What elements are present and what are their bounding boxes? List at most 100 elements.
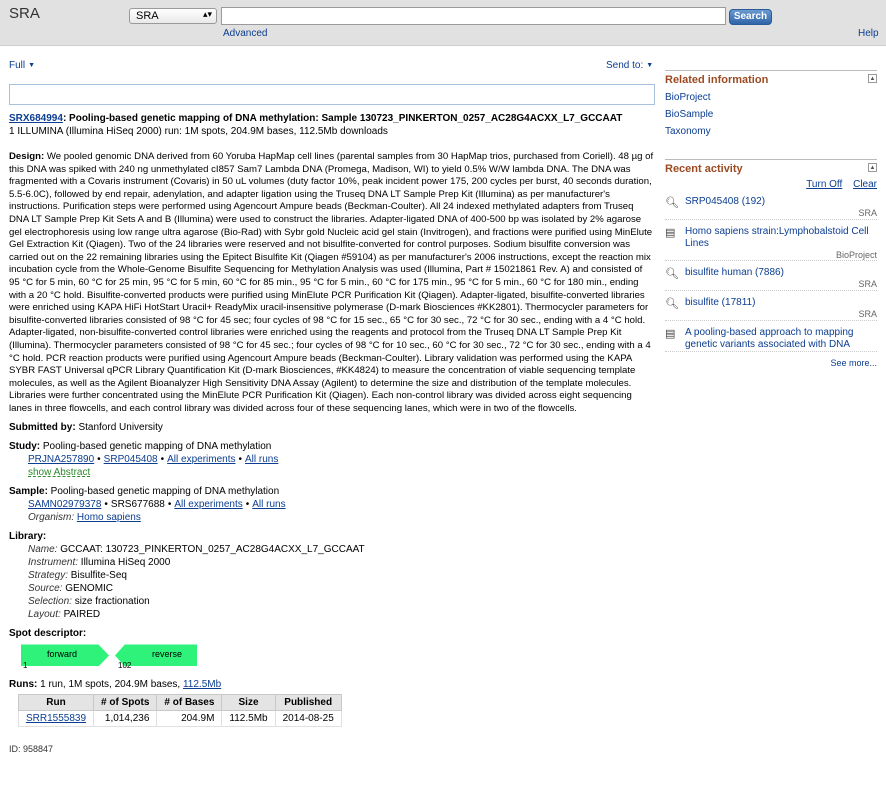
run-cell: SRR1555839	[17, 710, 95, 728]
activity-source: SRA	[858, 208, 877, 218]
field-value: size fractionation	[71, 596, 150, 608]
search-icon: 🔍︎	[665, 197, 679, 209]
library-section: Library: Name: GCCAAT: 130723_PINKERTON_…	[9, 530, 655, 621]
activity-item[interactable]: 🔍︎ bisulfite human (7886) SRA	[665, 267, 877, 291]
all-runs-link[interactable]: All runs	[245, 454, 278, 465]
spot-descriptor-section: Spot descriptor: forward reverse 1 102	[9, 627, 655, 672]
column-header: # of Bases	[156, 694, 223, 712]
column-header: Size	[221, 694, 276, 712]
related-taxonomy-link[interactable]: Taxonomy	[665, 126, 877, 137]
runs-label: Runs:	[9, 679, 38, 691]
column-header: Published	[274, 694, 342, 712]
activity-source: SRA	[858, 309, 877, 319]
collapse-icon[interactable]: ▲	[868, 74, 877, 83]
collapse-icon[interactable]: ▲	[868, 163, 877, 172]
size-cell: 112.5Mb	[221, 710, 276, 728]
display-format-label: Full	[9, 60, 26, 71]
activity-text: bisulfite human (7886)	[685, 267, 784, 278]
app-title: SRA	[9, 5, 40, 22]
field-label: Instrument:	[28, 557, 79, 569]
activity-item[interactable]: 🔍︎ SRP045408 (192) SRA	[665, 196, 877, 220]
related-bioproject-link[interactable]: BioProject	[665, 92, 877, 103]
runs-table-header: Run # of Spots # of Bases Size Published	[17, 694, 342, 712]
runs-section: Runs: 1 run, 1M spots, 204.9M bases, 112…	[9, 678, 655, 728]
all-experiments-link[interactable]: All experiments	[167, 454, 235, 465]
activity-text: bisulfite (17811)	[685, 297, 756, 308]
activity-text: Homo sapiens strain:Lymphobalstoid Cell …	[685, 226, 869, 249]
related-info-title: Related information	[665, 74, 769, 86]
record-subtitle: 1 ILLUMINA (Illumina HiSeq 2000) run: 1M…	[9, 126, 388, 137]
sample-srs: SRS677688	[110, 499, 165, 511]
search-input[interactable]	[221, 7, 726, 25]
library-strategy: Strategy: Bisulfite-Seq	[9, 569, 655, 582]
runs-summary: 1 run, 1M spots, 204.9M bases,	[37, 679, 181, 691]
field-label: Name:	[28, 544, 58, 556]
run-link[interactable]: SRR1555839	[26, 713, 86, 724]
caret-down-icon: ▼	[646, 62, 654, 69]
sample-section: Sample: Pooling-based genetic mapping of…	[9, 485, 655, 524]
field-label: Strategy:	[28, 570, 69, 582]
study-links: PRJNA257890 • SRP045408 • All experiments • Al…	[28, 454, 279, 466]
search-icon: 🔍︎	[665, 268, 679, 280]
sample-label: Sample:	[9, 486, 48, 498]
display-format-menu[interactable]: Full ▼	[9, 60, 35, 71]
spot-descriptor-graphic: forward reverse 1 102	[9, 644, 655, 672]
database-select-value: SRA	[136, 10, 159, 22]
study-accession-link[interactable]: SRP045408	[104, 454, 158, 465]
field-label: Layout:	[28, 609, 61, 621]
activity-item[interactable]: ▤ Homo sapiens strain:Lymphobalstoid Cel…	[665, 226, 877, 261]
activity-item[interactable]: ▤ A pooling-based approach to mapping ge…	[665, 327, 877, 352]
activity-item[interactable]: 🔍︎ bisulfite (17811) SRA	[665, 297, 877, 321]
field-value: GCCAAT: 130723_PINKERTON_0257_AC28G4ACXX…	[57, 544, 365, 556]
search-button[interactable]: Search	[729, 9, 772, 25]
record-content: SRX684994: Pooling-based genetic mapping…	[9, 112, 655, 756]
turn-off-link[interactable]: Turn Off	[806, 179, 842, 190]
field-label: Selection:	[28, 596, 72, 608]
record-title: SRX684994: Pooling-based genetic mapping…	[9, 112, 655, 125]
reverse-position: 102	[118, 661, 132, 671]
related-info-header: Related information ▲	[665, 70, 877, 86]
database-select[interactable]: SRA ▴▾	[129, 8, 217, 24]
column-header: # of Spots	[93, 694, 158, 712]
updown-arrow-icon: ▴▾	[202, 9, 212, 19]
related-biosample-link[interactable]: BioSample	[665, 109, 877, 120]
show-abstract-link[interactable]: show Abstract	[28, 467, 90, 478]
library-source: Source: GENOMIC	[9, 582, 655, 595]
study-section: Study: Pooling-based genetic mapping of …	[9, 440, 655, 479]
activity-text: SRP045408 (192)	[685, 196, 766, 207]
published-cell: 2014-08-25	[274, 710, 342, 728]
submitted-value: Stanford University	[75, 422, 163, 434]
runs-size-link[interactable]: 112.5Mb	[183, 679, 221, 690]
forward-label: forward	[47, 649, 78, 660]
library-instrument: Instrument: Illumina HiSeq 2000	[9, 556, 655, 569]
recent-activity-header: Recent activity ▲	[665, 159, 877, 175]
send-to-menu[interactable]: Send to: ▼	[606, 60, 653, 71]
field-value: Illumina HiSeq 2000	[78, 557, 171, 569]
accession-link[interactable]: SRX684994	[9, 113, 63, 124]
sample-links: SAMN02979378 • SRS677688 • All experiments • A…	[28, 499, 286, 511]
field-value: Bisulfite-Seq	[68, 570, 127, 582]
see-more-link[interactable]: See more...	[665, 358, 877, 368]
spot-descriptor-label: Spot descriptor:	[9, 628, 87, 640]
record-id: ID: 958847	[9, 744, 54, 755]
sample-value: Pooling-based genetic mapping of DNA met…	[47, 486, 280, 498]
search-icon: 🔍︎	[665, 298, 679, 310]
runs-table: Run # of Spots # of Bases Size Published…	[17, 694, 342, 728]
recent-activity-title: Recent activity	[665, 163, 743, 175]
clear-link[interactable]: Clear	[853, 179, 877, 190]
reverse-label: reverse	[152, 649, 183, 660]
spots-cell: 1,014,236	[93, 710, 158, 728]
advanced-search-link[interactable]: Advanced	[223, 28, 267, 39]
sample-all-runs-link[interactable]: All runs	[252, 499, 285, 510]
library-layout: Layout: PAIRED	[9, 608, 655, 621]
biosample-link[interactable]: SAMN02979378	[28, 499, 101, 510]
sample-all-experiments-link[interactable]: All experiments	[174, 499, 242, 510]
activity-text: A pooling-based approach to mapping gene…	[685, 327, 854, 350]
document-icon: ▤	[665, 328, 676, 340]
field-value: GENOMIC	[62, 583, 114, 595]
document-icon: ▤	[665, 227, 676, 239]
bioproject-link[interactable]: PRJNA257890	[28, 454, 94, 465]
organism-link[interactable]: Homo sapiens	[77, 512, 141, 523]
help-link[interactable]: Help	[858, 28, 879, 39]
submitted-label: Submitted by:	[9, 422, 76, 434]
